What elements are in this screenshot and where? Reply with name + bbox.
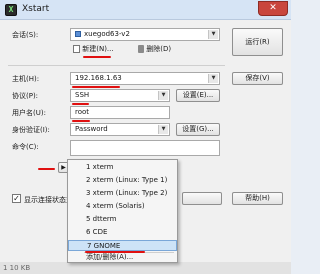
session-label: 会话(S): xyxy=(12,31,39,39)
show-status-checkbox[interactable]: ✓ xyxy=(12,194,21,203)
username-input[interactable]: root xyxy=(70,106,170,119)
close-button[interactable]: ✕ xyxy=(258,1,288,16)
annotation-underline xyxy=(38,168,55,170)
host-label: 主机(H): xyxy=(12,75,40,83)
menu-item-xterm-linux-type2[interactable]: 3 xterm (Linux: Type 2) xyxy=(68,188,177,199)
menu-item-gnome[interactable]: 7 GNOME xyxy=(68,240,177,251)
menu-item-add-remove[interactable]: 添加/删除(A)... xyxy=(68,252,177,263)
host-input[interactable]: 192.168.1.63 ▼ xyxy=(70,72,220,85)
protocol-value: SSH xyxy=(75,91,90,99)
new-session-label: 新建(N)... xyxy=(82,45,114,53)
annotation-underline xyxy=(72,103,89,105)
status-text: 1 10 KB xyxy=(3,264,31,272)
protocol-label: 协议(P): xyxy=(12,92,39,100)
menu-item-xterm[interactable]: 1 xterm xyxy=(68,162,177,173)
separator xyxy=(8,65,225,66)
status-bar: 1 10 KB xyxy=(0,262,291,274)
auth-value: Password xyxy=(75,125,108,133)
menu-item-xterm-solaris[interactable]: 4 xterm (Solaris) xyxy=(68,201,177,212)
username-label: 用户名(U): xyxy=(12,109,46,117)
annotation-underline xyxy=(72,120,90,122)
menu-item-dtterm[interactable]: 5 dtterm xyxy=(68,214,177,225)
help-button[interactable]: 帮助(H) xyxy=(232,192,283,205)
protocol-settings-button[interactable]: 设置(E)... xyxy=(176,89,220,102)
command-field[interactable] xyxy=(70,140,220,156)
delete-session-button[interactable]: 删除(D) xyxy=(138,44,188,56)
session-icon xyxy=(75,31,81,37)
annotation-underline xyxy=(83,56,111,58)
chevron-down-icon: ▼ xyxy=(158,125,168,134)
session-select[interactable]: xuegod63-v2 ▼ xyxy=(70,28,220,41)
annotation-underline xyxy=(72,86,120,88)
xstart-app-icon: X xyxy=(5,4,17,16)
command-dropdown-menu: 1 xterm 2 xterm (Linux: Type 1) 3 xterm … xyxy=(67,159,178,263)
auth-select[interactable]: Password ▼ xyxy=(70,123,170,136)
chevron-down-icon: ▼ xyxy=(208,30,218,39)
auth-settings-button[interactable]: 设置(G)... xyxy=(176,123,220,136)
annotation-underline xyxy=(85,251,145,253)
command-label: 命令(C): xyxy=(12,143,39,151)
new-document-icon xyxy=(73,45,80,53)
menu-item-cde[interactable]: 6 CDE xyxy=(68,227,177,238)
window-title: Xstart xyxy=(22,4,50,14)
trash-icon xyxy=(138,45,144,53)
save-button[interactable]: 保存(V) xyxy=(232,72,283,85)
session-value: xuegod63-v2 xyxy=(84,30,130,38)
new-session-button[interactable]: 新建(N)... xyxy=(73,44,131,56)
chevron-down-icon: ▼ xyxy=(158,91,168,100)
delete-session-label: 删除(D) xyxy=(146,45,172,53)
show-status-label: 显示连接状态对 xyxy=(24,196,73,204)
partial-button[interactable] xyxy=(182,192,222,205)
auth-label: 身份验证(I): xyxy=(12,126,50,134)
menu-item-xterm-linux-type1[interactable]: 2 xterm (Linux: Type 1) xyxy=(68,175,177,186)
protocol-select[interactable]: SSH ▼ xyxy=(70,89,170,102)
chevron-down-icon: ▼ xyxy=(208,74,218,83)
host-value: 192.168.1.63 xyxy=(75,74,122,82)
run-button[interactable]: 运行(R) xyxy=(232,28,283,56)
username-value: root xyxy=(75,108,90,116)
